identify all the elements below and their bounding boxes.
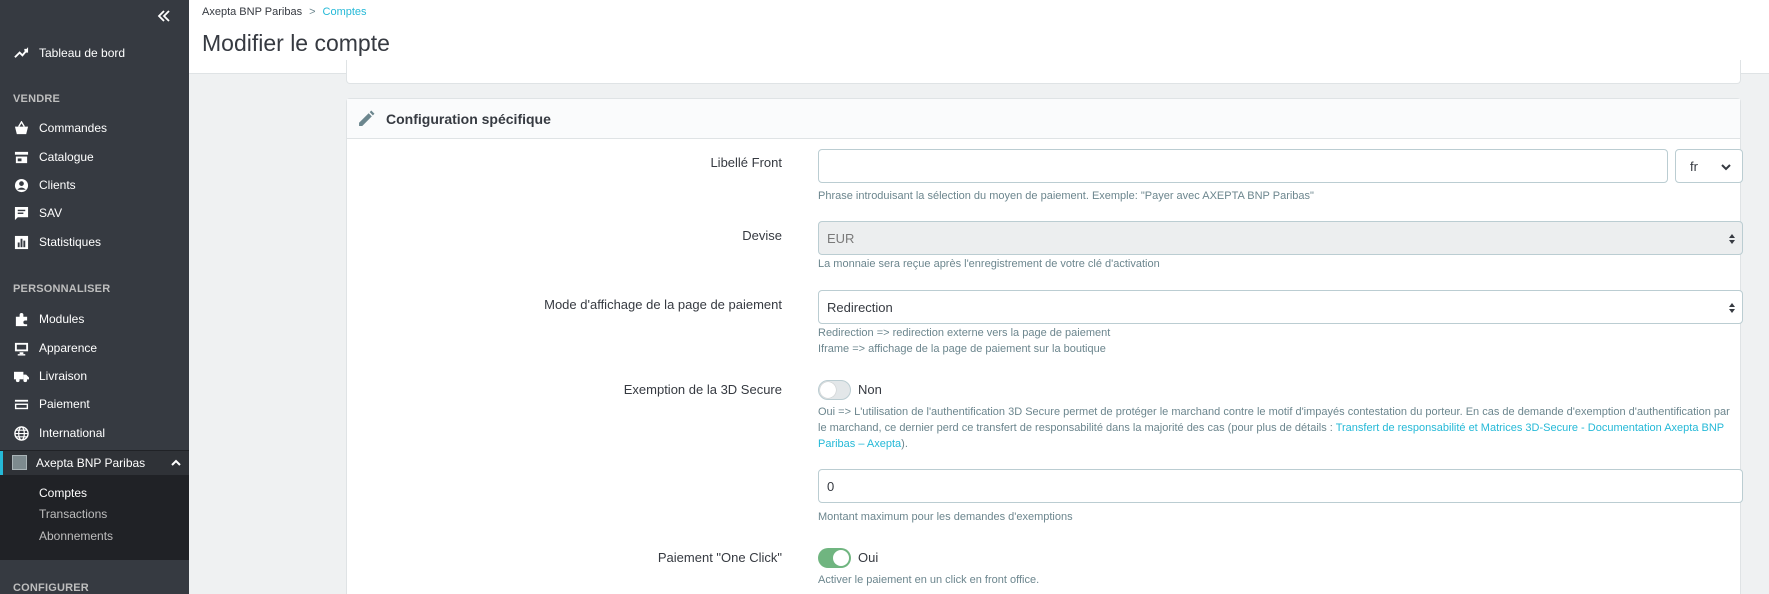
store-icon — [13, 149, 29, 165]
sidebar-item-label: Commandes — [39, 121, 108, 135]
collapse-sidebar-icon[interactable] — [156, 8, 172, 26]
sidebar-item-customers[interactable]: Clients — [0, 172, 189, 198]
sidebar-item-catalog[interactable]: Catalogue — [0, 144, 189, 170]
display-mode-value: Redirection — [827, 299, 893, 315]
exemption-3ds-help-end: ). — [901, 438, 908, 450]
sidebar-subitem-transactions[interactable]: Transactions — [39, 507, 107, 521]
truck-icon — [13, 368, 29, 384]
libelle-front-input[interactable] — [818, 149, 1668, 183]
one-click-state: Oui — [858, 550, 879, 565]
sidebar-item-appearance[interactable]: Apparence — [0, 335, 189, 361]
credit-card-icon — [13, 396, 29, 412]
page-title: Modifier le compte — [202, 30, 390, 56]
sidebar-item-label: Paiement — [39, 397, 90, 411]
sidebar-subitem-abonnements[interactable]: Abonnements — [39, 529, 113, 543]
message-icon — [13, 205, 29, 221]
puzzle-icon — [13, 311, 29, 327]
sidebar-item-label: Statistiques — [39, 235, 102, 249]
globe-icon — [13, 425, 29, 441]
card-header: Configuration spécifique — [347, 99, 1740, 139]
exemption-3ds-state: Non — [858, 382, 882, 397]
bar-chart-icon — [13, 234, 29, 250]
display-mode-label: Mode d'affichage de la page de paiement — [544, 297, 782, 312]
sidebar-item-label: Catalogue — [39, 150, 94, 164]
sidebar-item-label: International — [39, 426, 106, 440]
devise-value: EUR — [827, 230, 855, 246]
display-mode-select[interactable]: Redirection — [818, 290, 1743, 324]
display-mode-help-1: Redirection => redirection externe vers … — [818, 327, 1111, 339]
user-circle-icon — [13, 177, 29, 193]
section-title-configure: CONFIGURER — [13, 582, 89, 594]
monitor-icon — [13, 340, 29, 356]
exemption-3ds-help: Oui => L'utilisation de l'authentificati… — [818, 404, 1738, 452]
sidebar-item-axepta[interactable]: Axepta BNP Paribas — [0, 451, 189, 475]
sidebar-item-stats[interactable]: Statistiques — [0, 229, 189, 255]
breadcrumb-parent[interactable]: Axepta BNP Paribas — [202, 6, 302, 18]
exemption-amount-help: Montant maximum pour les demandes d'exem… — [818, 511, 1073, 523]
devise-help: La monnaie sera reçue après l'enregistre… — [818, 258, 1160, 270]
chevron-down-icon — [1720, 161, 1732, 173]
language-dropdown[interactable]: fr — [1675, 149, 1743, 183]
sidebar-item-label: Apparence — [39, 341, 98, 355]
sidebar-subitem-comptes[interactable]: Comptes — [39, 486, 87, 500]
sidebar-item-label: SAV — [39, 206, 63, 220]
exemption-3ds-toggle[interactable] — [818, 380, 851, 400]
sidebar-item-label: Modules — [39, 312, 85, 326]
toggle-knob — [833, 550, 849, 566]
sidebar-item-dashboard[interactable]: Tableau de bord — [0, 40, 189, 66]
libelle-front-label: Libellé Front — [710, 155, 782, 170]
exemption-3ds-label: Exemption de la 3D Secure — [623, 382, 782, 397]
section-title-customize: PERSONNALISER — [13, 283, 111, 295]
display-mode-help-2: Iframe => affichage de la page de paieme… — [818, 343, 1106, 355]
toggle-knob — [820, 382, 836, 398]
pencil-icon — [358, 110, 375, 127]
sidebar-item-international[interactable]: International — [0, 420, 189, 446]
one-click-help: Activer le paiement en un click en front… — [818, 574, 1040, 586]
chevron-up-icon[interactable] — [170, 456, 182, 468]
devise-select: EUR — [818, 221, 1743, 255]
section-title-sell: VENDRE — [13, 93, 61, 105]
sidebar-item-modules[interactable]: Modules — [0, 306, 189, 332]
basket-icon — [13, 120, 29, 136]
sidebar-item-label: Axepta BNP Paribas — [36, 456, 146, 470]
sidebar-item-shipping[interactable]: Livraison — [0, 363, 189, 389]
one-click-toggle[interactable] — [818, 548, 851, 568]
sidebar-item-payment[interactable]: Paiement — [0, 391, 189, 417]
sidebar-item-label: Tableau de bord — [39, 46, 126, 60]
sidebar: Tableau de bord VENDRE Commandes Catalog… — [0, 0, 189, 594]
sidebar-item-label: Livraison — [39, 369, 88, 383]
libelle-front-help: Phrase introduisant la sélection du moye… — [818, 190, 1314, 202]
card-title: Configuration spécifique — [386, 111, 551, 127]
one-click-label: Paiement "One Click" — [657, 550, 782, 565]
select-arrows-icon — [1728, 302, 1736, 314]
breadcrumb: Axepta BNP Paribas > Comptes — [202, 6, 367, 18]
sidebar-item-orders[interactable]: Commandes — [0, 115, 189, 141]
breadcrumb-separator: > — [309, 6, 316, 18]
trending-up-icon — [13, 45, 29, 61]
exemption-amount-input[interactable]: 0 — [818, 469, 1743, 503]
devise-label: Devise — [742, 228, 782, 243]
sidebar-item-sav[interactable]: SAV — [0, 200, 189, 226]
language-value: fr — [1690, 158, 1698, 174]
breadcrumb-current[interactable]: Comptes — [323, 6, 367, 18]
previous-card — [346, 60, 1741, 84]
axepta-logo-icon — [12, 455, 27, 470]
sidebar-item-label: Clients — [39, 178, 76, 192]
select-arrows-icon — [1728, 233, 1736, 245]
